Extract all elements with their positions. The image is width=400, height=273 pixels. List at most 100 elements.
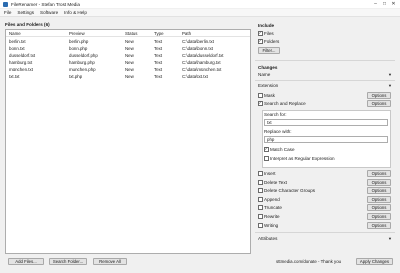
table-header: Name Preview Status Type Path <box>6 30 250 37</box>
regex-checkbox[interactable] <box>264 156 269 161</box>
search-folder-button[interactable]: Search Folder... <box>49 258 87 265</box>
files-panel: Files and Folders (6) Name Preview Statu… <box>5 22 251 254</box>
cell-status: New <box>125 67 134 72</box>
triangle-down-icon[interactable]: ▼ <box>388 83 392 88</box>
table-row[interactable]: berlin.txt berlin.php New Text C:\data\b… <box>6 38 250 45</box>
match-case-checkbox[interactable]: ✓ <box>264 147 269 152</box>
mask-options-button[interactable]: Options <box>367 92 391 99</box>
cell-path: C:\data\txt.txt <box>182 74 208 79</box>
search-replace-options-button[interactable]: Options <box>367 100 391 107</box>
cell-preview: txt.php <box>69 74 83 79</box>
maximize-icon[interactable]: □ <box>380 0 389 8</box>
triangle-down-icon[interactable]: ▼ <box>388 72 392 77</box>
add-files-button[interactable]: Add Files... <box>8 258 44 265</box>
table-row[interactable]: txt.txt txt.php New Text C:\data\txt.txt <box>6 73 250 80</box>
cell-type: Text <box>154 74 163 79</box>
cell-preview: bonn.php <box>69 46 88 51</box>
cell-path: C:\data\hamburg.txt <box>182 60 221 65</box>
writing-options-button[interactable]: Options <box>367 222 391 229</box>
table-row[interactable]: hamburg.txt hamburg.php New Text C:\data… <box>6 59 250 66</box>
mask-label: Mask <box>264 93 275 98</box>
cell-preview: berlin.php <box>69 39 89 44</box>
search-replace-checkbox[interactable]: ✓ <box>258 101 263 106</box>
replace-with-input[interactable]: php <box>264 136 388 143</box>
minimize-icon[interactable]: – <box>371 0 380 8</box>
delete-char-groups-checkbox[interactable] <box>258 188 263 193</box>
checkmark-icon: ✓ <box>258 100 262 106</box>
donate-text[interactable]: sttmedia.com/donate - Thank you <box>276 259 341 264</box>
delete-char-groups-label: Delete Character Groups <box>264 188 316 193</box>
cell-preview: dusseldorf.php <box>69 53 98 58</box>
search-replace-label: Search and Replace <box>264 101 306 106</box>
checkmark-icon: ✓ <box>258 30 262 36</box>
cell-status: New <box>125 60 134 65</box>
search-for-input[interactable]: txt <box>264 119 388 126</box>
files-heading: Files and Folders (6) <box>5 22 50 27</box>
menu-software[interactable]: Software <box>40 10 58 15</box>
column-name[interactable]: Name <box>9 31 21 36</box>
file-table[interactable]: Name Preview Status Type Path berlin.txt… <box>5 29 251 254</box>
cell-status: New <box>125 39 134 44</box>
table-row[interactable]: bonn.txt bonn.php New Text C:\data\bonn.… <box>6 45 250 52</box>
menu-settings[interactable]: Settings <box>17 10 34 15</box>
divider <box>255 232 395 233</box>
rewrite-label: Rewrite <box>264 214 280 219</box>
cell-path: C:\data\berlin.txt <box>182 39 214 44</box>
cell-type: Text <box>154 53 163 58</box>
cell-path: C:\data\dusseldorf.txt <box>182 53 224 58</box>
search-for-label: Search for: <box>264 112 287 117</box>
column-preview[interactable]: Preview <box>69 31 85 36</box>
delete-text-checkbox[interactable] <box>258 180 263 185</box>
append-options-button[interactable]: Options <box>367 196 391 203</box>
column-type[interactable]: Type <box>154 31 164 36</box>
cell-status: New <box>125 46 134 51</box>
checkmark-icon: ✓ <box>258 38 262 44</box>
changes-heading: Changes <box>258 65 278 70</box>
delete-text-options-button[interactable]: Options <box>367 179 391 186</box>
divider <box>255 60 395 61</box>
menu-info-help[interactable]: Info & Help <box>64 10 87 15</box>
name-section[interactable]: Name <box>258 72 270 77</box>
divider <box>255 80 395 81</box>
cell-name: münchen.txt <box>9 67 33 72</box>
column-path[interactable]: Path <box>182 31 191 36</box>
truncate-options-button[interactable]: Options <box>367 204 391 211</box>
triangle-down-icon[interactable]: ▼ <box>388 236 392 241</box>
folders-checkbox[interactable]: ✓ <box>258 39 263 44</box>
files-checkbox[interactable]: ✓ <box>258 31 263 36</box>
delete-char-groups-options-button[interactable]: Options <box>367 187 391 194</box>
close-icon[interactable]: ✕ <box>389 0 398 8</box>
writing-checkbox[interactable] <box>258 223 263 228</box>
table-row[interactable]: münchen.txt munchen.php New Text C:\data… <box>6 66 250 73</box>
extension-section[interactable]: Extension <box>258 83 278 88</box>
include-heading: Include <box>258 23 275 28</box>
rewrite-checkbox[interactable] <box>258 214 263 219</box>
insert-label: Insert <box>264 171 276 176</box>
cell-preview: hamburg.php <box>69 60 95 65</box>
cell-name: bonn.txt <box>9 46 25 51</box>
mask-checkbox[interactable] <box>258 93 263 98</box>
cell-path: C:\data\münchen.txt <box>182 67 222 72</box>
append-label: Append <box>264 197 280 202</box>
insert-options-button[interactable]: Options <box>367 170 391 177</box>
append-checkbox[interactable] <box>258 197 263 202</box>
remove-all-button[interactable]: Remove All <box>93 258 127 265</box>
apply-changes-button[interactable]: Apply Changes <box>356 258 393 265</box>
cell-preview: munchen.php <box>69 67 96 72</box>
menu-file[interactable]: File <box>4 10 11 15</box>
window-controls: – □ ✕ <box>371 0 398 8</box>
column-status[interactable]: Status <box>125 31 137 36</box>
insert-checkbox[interactable] <box>258 171 263 176</box>
cell-name: txt.txt <box>9 74 20 79</box>
title-bar: FileRenamer - Stefan Trost Media – □ ✕ <box>0 0 400 8</box>
cell-status: New <box>125 74 134 79</box>
truncate-checkbox[interactable] <box>258 205 263 210</box>
cell-status: New <box>125 53 134 58</box>
window-title: FileRenamer - Stefan Trost Media <box>11 1 80 7</box>
app-icon <box>3 1 8 7</box>
filter-button[interactable]: Filter... <box>258 47 280 54</box>
writing-label: Writing <box>264 223 279 228</box>
table-row[interactable]: dusseldorf.txt dusseldorf.php New Text C… <box>6 52 250 59</box>
attributes-section[interactable]: Attributes <box>258 236 277 241</box>
rewrite-options-button[interactable]: Options <box>367 213 391 220</box>
